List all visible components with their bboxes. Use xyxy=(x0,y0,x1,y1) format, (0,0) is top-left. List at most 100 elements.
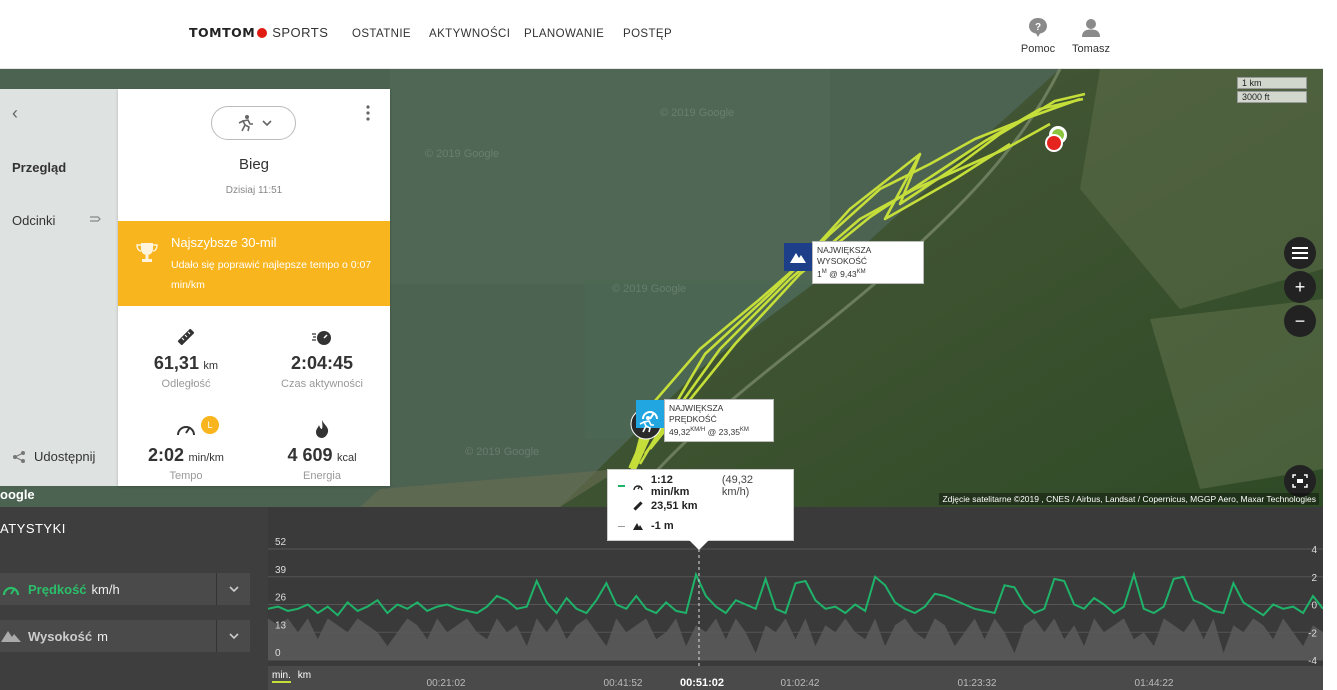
x-axis-tick: 01:02:42 xyxy=(781,678,820,689)
stat-energy-value: 4 609 xyxy=(287,445,333,465)
zoom-out-button[interactable]: − xyxy=(1284,305,1316,337)
ruler-icon xyxy=(177,328,195,346)
max-altitude-marker[interactable] xyxy=(784,243,812,271)
speedometer-icon xyxy=(177,426,195,436)
running-icon xyxy=(238,115,253,132)
x-axis-tick: 01:44:22 xyxy=(1135,678,1174,689)
altitude-area xyxy=(268,618,1323,660)
stat-pace-label: Tempo xyxy=(169,470,203,482)
y-axis-left-tick: 39 xyxy=(275,565,287,576)
chevron-down-icon xyxy=(228,585,239,592)
activity-date: Dzisiaj 11:51 xyxy=(225,185,283,196)
tooltip-pointer xyxy=(689,540,709,550)
stat-pace-value: 2:02 xyxy=(148,445,185,465)
stat-energy-label: Energia xyxy=(303,470,341,482)
user-label: Tomasz xyxy=(1072,43,1110,55)
y-axis-left-tick: 52 xyxy=(275,537,287,548)
ruler-icon xyxy=(633,501,643,511)
svg-text:?: ? xyxy=(1035,22,1041,33)
map-watermark: © 2019 Google xyxy=(465,446,539,458)
tooltip-pace-row: 1:12 min/km (49,32 km/h) xyxy=(618,474,783,498)
help-icon: ? xyxy=(1029,18,1047,37)
zoom-in-button[interactable]: + xyxy=(1284,271,1316,303)
tooltip-altitude: -1 m xyxy=(651,520,674,532)
sport-type-select[interactable] xyxy=(211,106,296,140)
nav-activities[interactable]: AKTYWNOŚCI xyxy=(429,28,510,40)
sidebar-item-overview[interactable]: Przegląd xyxy=(12,160,66,175)
y-axis-left-tick: 0 xyxy=(275,648,281,659)
altitude-legend-swatch xyxy=(618,525,625,527)
fit-view-icon xyxy=(1292,474,1308,488)
metric-altitude-dropdown[interactable] xyxy=(216,620,250,652)
nav-recent[interactable]: OSTATNIE xyxy=(352,28,411,40)
plus-icon: + xyxy=(1294,276,1306,297)
tomtom-sports-logo[interactable]: TOMTOM SPORTS xyxy=(189,25,328,40)
x-axis-tick: 00:41:52 xyxy=(604,678,643,689)
y-axis-left-tick: 26 xyxy=(275,593,287,604)
y-axis-left-tick: 13 xyxy=(275,620,287,631)
x-axis-tick: 00:21:02 xyxy=(427,678,466,689)
stat-energy-unit: kcal xyxy=(336,452,357,464)
speed-gauge-icon xyxy=(2,586,20,596)
map-watermark: © 2019 Google xyxy=(612,283,686,295)
share-label: Udostępnij xyxy=(34,449,96,464)
x-axis-tick: 00:51:02 xyxy=(680,677,724,689)
map-attribution[interactable]: Zdjęcie satelitarne ©2019 , CNES / Airbu… xyxy=(939,493,1319,505)
sidebar-item-laps[interactable]: Odcinki xyxy=(12,213,55,228)
x-axis-unit-toggle[interactable]: min. km xyxy=(272,670,311,683)
tooltip-altitude-row: -1 m xyxy=(618,516,783,536)
y-axis-right-tick: 2 xyxy=(1311,573,1317,584)
unit-toggle-time[interactable]: min. xyxy=(272,670,291,683)
unit-toggle-distance[interactable]: km xyxy=(298,670,311,681)
stat-distance-value: 61,31 xyxy=(153,353,199,373)
map-layers-button[interactable] xyxy=(1284,237,1316,269)
google-logo[interactable]: oogle xyxy=(0,487,35,502)
activity-chart[interactable]: 0 13 26 39 52 -4 -2 0 2 4 00:21:02 00:41:52 00:51:02… xyxy=(268,507,1323,690)
personal-record-banner[interactable]: Najszybsze 30-mil Udało się poprawić naj… xyxy=(118,221,390,306)
mountain-icon xyxy=(790,253,806,263)
metric-altitude-row[interactable]: Wysokość m xyxy=(0,620,216,652)
stat-active-time-label: Czas aktywności xyxy=(281,378,363,390)
more-options-button[interactable] xyxy=(366,105,370,121)
share-button[interactable]: Udostępnij xyxy=(12,449,95,464)
stat-active-time-value: 2:04:45 xyxy=(290,353,354,373)
tooltip-distance-row: 23,51 km xyxy=(618,496,783,516)
x-axis-tick: 01:23:32 xyxy=(958,678,997,689)
y-axis-right-tick: -4 xyxy=(1308,656,1317,667)
back-button[interactable]: ‹ xyxy=(12,103,18,124)
activity-side-nav: ‹ Przegląd Odcinki xyxy=(0,89,118,486)
max-speed-label: NAJWIĘKSZA PRĘDKOŚĆ 49,32KM/H @ 23,35KM xyxy=(664,399,774,442)
record-title: Najszybsze 30-mil xyxy=(171,235,277,250)
metric-speed-row[interactable]: Prędkość km/h xyxy=(0,573,216,605)
user-menu-button[interactable]: Tomasz xyxy=(1066,17,1116,55)
laps-icon xyxy=(90,216,101,222)
y-axis-right-tick: 0 xyxy=(1311,601,1317,612)
stopwatch-icon xyxy=(312,331,331,345)
chevron-left-icon: ‹ xyxy=(12,103,18,123)
map-scale-km: 1 km xyxy=(1237,77,1307,89)
nav-planning[interactable]: PLANOWANIE xyxy=(524,28,604,40)
stat-distance: 61,31 km Odległość xyxy=(118,327,254,390)
route-end-marker-inner xyxy=(1047,136,1061,150)
mountain-icon xyxy=(1,631,21,642)
max-altitude-label: NAJWIĘKSZA WYSOKOŚĆ 1M @ 9,43KM xyxy=(812,241,924,284)
user-icon xyxy=(1082,19,1100,37)
stat-distance-label: Odległość xyxy=(161,378,211,390)
max-speed-title: NAJWIĘKSZA PRĘDKOŚĆ xyxy=(669,403,723,424)
trophy-icon xyxy=(136,243,158,262)
tooltip-pace: 1:12 min/km xyxy=(650,474,690,498)
metric-speed-dropdown[interactable] xyxy=(216,573,250,605)
activity-title: Bieg xyxy=(238,156,270,173)
chart-tooltip: 1:12 min/km (49,32 km/h) 23,51 km -1 m xyxy=(607,469,794,541)
stat-pace-unit: min/km xyxy=(188,452,224,464)
metric-speed-unit: km/h xyxy=(91,581,120,597)
mountain-icon xyxy=(633,523,643,530)
metric-altitude-unit: m xyxy=(97,628,108,644)
map-watermark: © 2019 Google xyxy=(660,107,734,119)
map-water-tile xyxy=(390,69,830,284)
help-button[interactable]: ? Pomoc xyxy=(1013,17,1063,55)
metric-speed-name: Prędkość xyxy=(28,581,87,597)
top-bar: TOMTOM SPORTS OSTATNIE AKTYWNOŚCI PLANOW… xyxy=(0,0,1323,69)
nav-progress[interactable]: POSTĘP xyxy=(623,28,672,40)
y-axis-right-tick: -2 xyxy=(1308,628,1317,639)
